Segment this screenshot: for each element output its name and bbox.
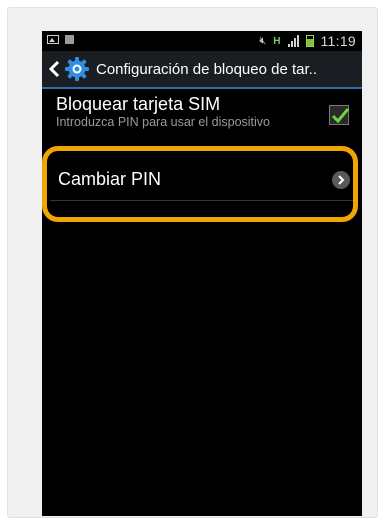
sim-lock-checkbox[interactable] xyxy=(329,105,350,125)
box-icon xyxy=(65,35,74,44)
action-bar: Configuración de bloqueo de tar.. xyxy=(42,51,362,89)
check-icon xyxy=(331,108,350,124)
change-pin-title: Cambiar PIN xyxy=(58,169,162,189)
gear-icon xyxy=(65,57,89,81)
divider xyxy=(50,200,354,201)
battery-icon xyxy=(305,35,314,47)
sim-lock-setting[interactable]: Bloquear tarjeta SIM Introduzca PIN para… xyxy=(42,89,362,149)
image-icon xyxy=(47,35,59,44)
signal-icon xyxy=(287,35,299,47)
status-bar: 🔇︎ H 11:19 xyxy=(42,31,362,51)
chevron-right-icon xyxy=(332,171,350,189)
back-icon[interactable] xyxy=(46,55,62,83)
page-title: Configuración de bloqueo de tar.. xyxy=(96,60,317,78)
mute-icon: 🔇︎ xyxy=(259,34,267,47)
status-time: 11:19 xyxy=(320,33,356,49)
change-pin-setting[interactable]: Cambiar PIN xyxy=(42,151,362,201)
phone-screen: 🔇︎ H 11:19 Configuración de bloqueo de t… xyxy=(42,31,362,516)
network-type-label: H xyxy=(273,35,281,47)
sim-lock-subtitle: Introduzca PIN para usar el dispositivo xyxy=(56,115,270,129)
sim-lock-title: Bloquear tarjeta SIM xyxy=(56,94,221,114)
